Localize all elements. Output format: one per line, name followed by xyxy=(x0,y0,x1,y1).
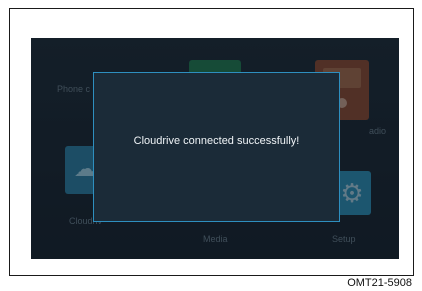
figure-code: OMT21-5908 xyxy=(347,277,412,289)
dialog-message: Cloudrive connected successfully! xyxy=(133,135,300,147)
connection-dialog[interactable]: Cloudrive connected successfully! xyxy=(93,72,340,222)
